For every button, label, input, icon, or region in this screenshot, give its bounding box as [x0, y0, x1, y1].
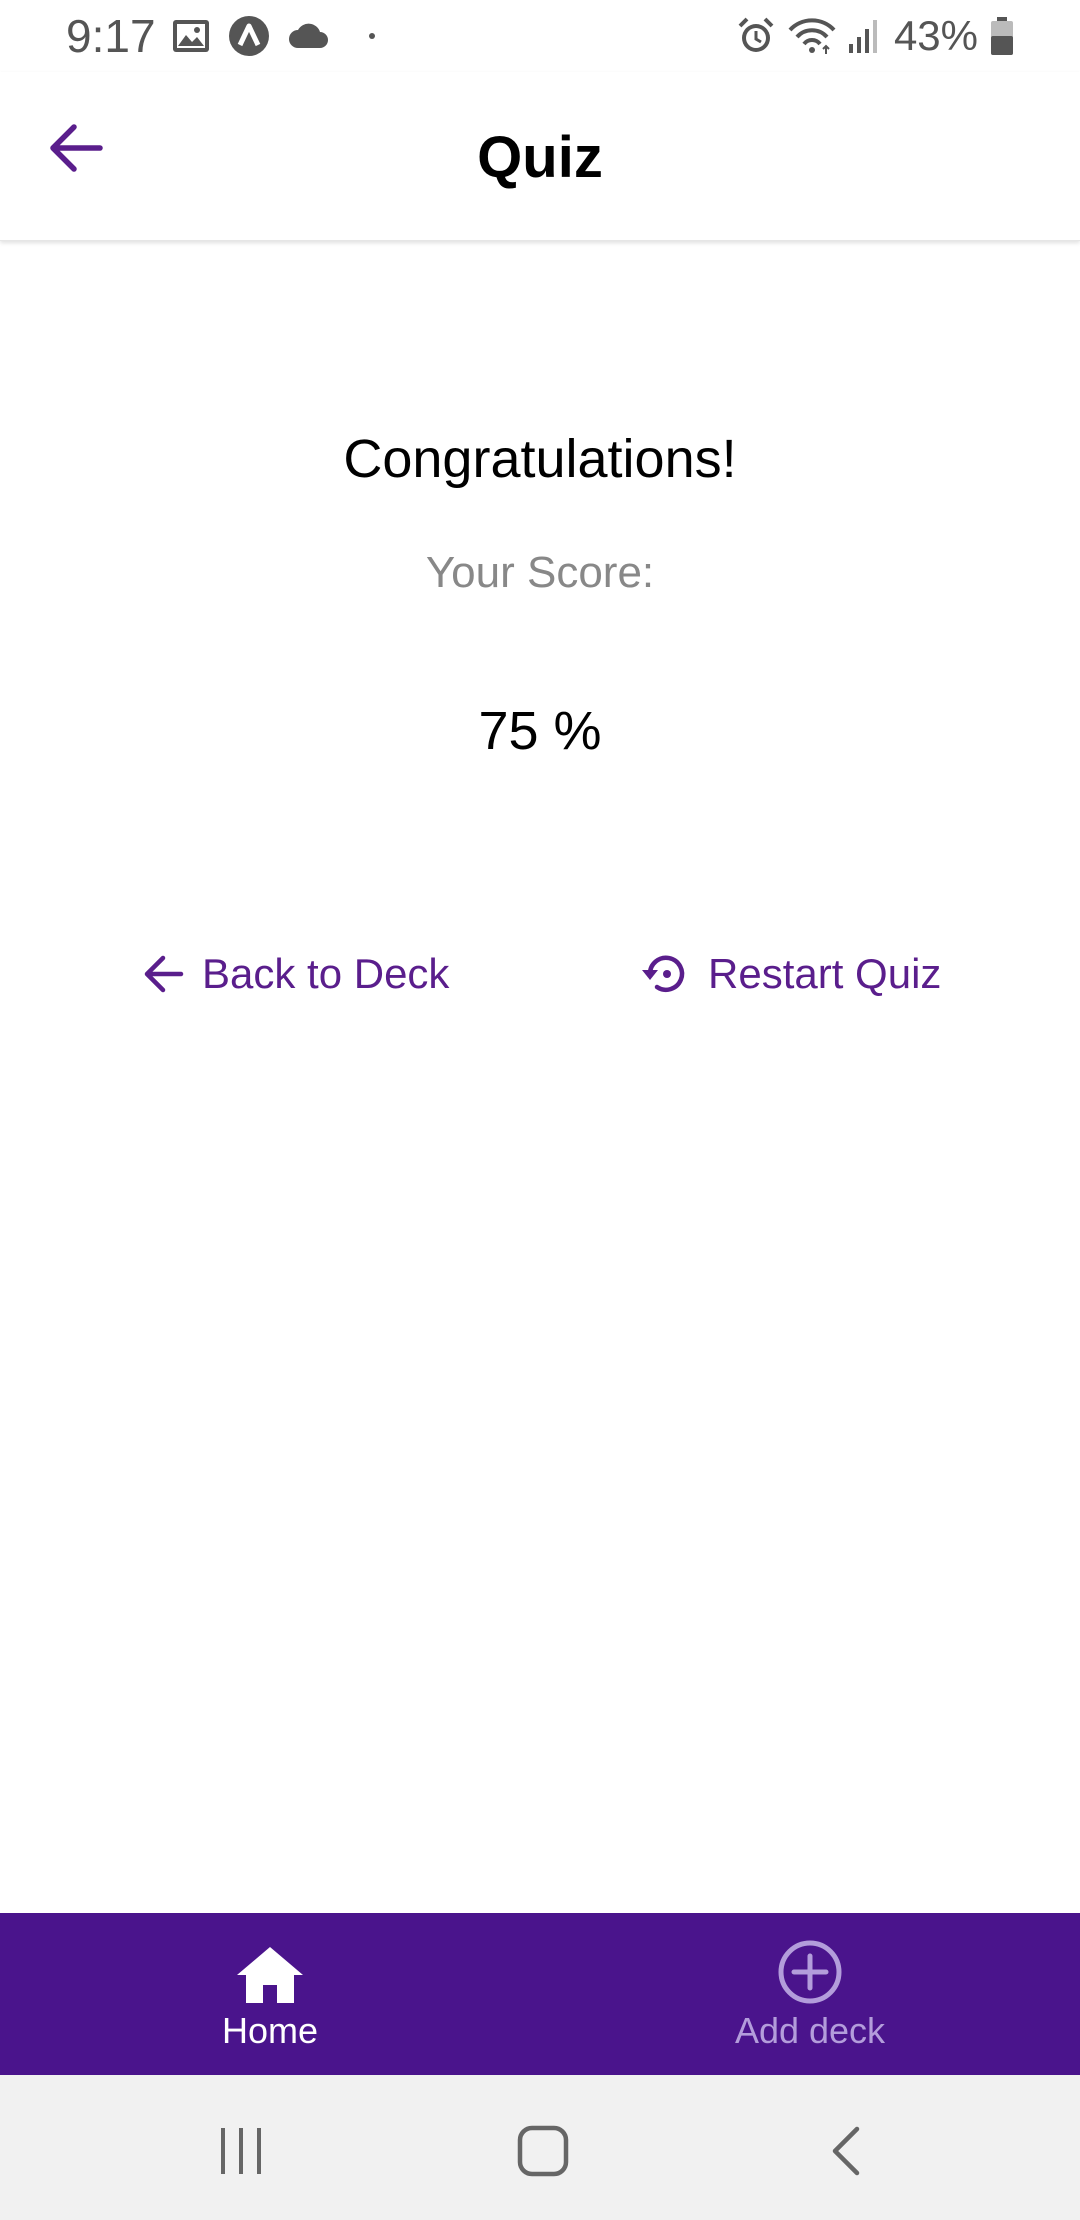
cloud-icon	[288, 22, 330, 50]
score-value: 75 %	[478, 701, 602, 761]
score-label: Your Score:	[425, 548, 655, 597]
page-title: Quiz	[477, 125, 603, 190]
recents-button[interactable]	[201, 2111, 281, 2191]
status-right-icons: 43%	[736, 10, 1014, 62]
nav-item-home[interactable]: Home	[0, 1913, 540, 2075]
app-a-icon	[228, 15, 270, 57]
restart-icon	[642, 955, 685, 993]
status-left-icons	[172, 14, 376, 58]
alarm-icon	[736, 16, 776, 56]
home-square-icon	[517, 2125, 569, 2177]
arrow-left-icon	[144, 955, 184, 993]
nav-item-add-deck[interactable]: Add deck	[540, 1913, 1080, 2075]
signal-icon	[848, 18, 882, 54]
nav-label-home: Home	[221, 2010, 319, 2051]
system-nav-bar	[0, 2075, 1080, 2220]
status-time: 9:17	[66, 10, 156, 62]
recents-icon	[221, 2128, 261, 2174]
add-circle-icon	[778, 1940, 842, 2004]
arrow-left-icon	[50, 124, 103, 172]
back-to-deck-label: Back to Deck	[202, 950, 450, 997]
nav-label-add-deck: Add deck	[734, 2010, 886, 2051]
battery-percent: 43%	[893, 12, 978, 59]
status-bar: 9:17 43%	[0, 0, 1080, 72]
system-back-button[interactable]	[806, 2111, 886, 2191]
restart-quiz-button[interactable]: Restart Quiz	[640, 938, 941, 1010]
back-chevron-icon	[832, 2126, 860, 2176]
image-icon	[172, 19, 210, 53]
dot-icon	[368, 32, 376, 40]
system-home-button[interactable]	[503, 2111, 583, 2191]
app-bar: Quiz	[0, 72, 1080, 241]
wifi-icon	[788, 16, 836, 56]
battery-icon	[990, 16, 1014, 56]
back-button[interactable]	[40, 112, 112, 184]
congrats-heading: Congratulations!	[343, 429, 737, 489]
restart-quiz-label: Restart Quiz	[708, 950, 942, 997]
bottom-nav: Home Add deck	[0, 1913, 1080, 2075]
back-to-deck-button[interactable]: Back to Deck	[142, 938, 449, 1010]
home-icon	[237, 1947, 303, 2003]
